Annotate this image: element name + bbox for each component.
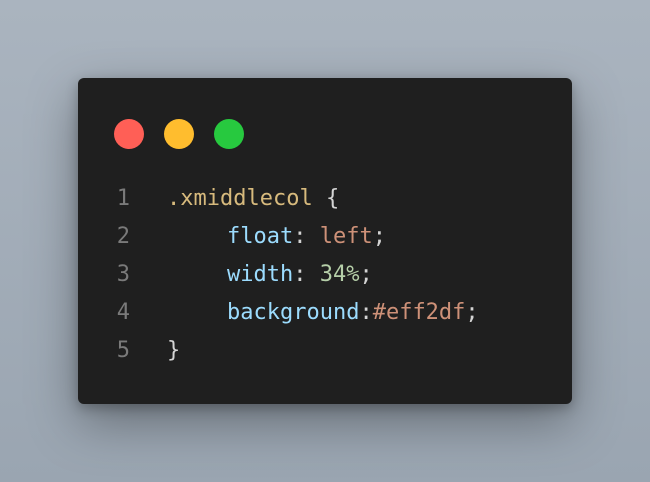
css-property: background <box>227 299 360 325</box>
code-line: 3 width: 34%; <box>78 255 572 293</box>
code-line: 1 .xmiddlecol { <box>78 179 572 217</box>
semicolon: ; <box>372 223 386 249</box>
code-line: 5 } <box>78 331 572 369</box>
open-brace: { <box>312 185 340 211</box>
css-value: 34% <box>319 261 360 287</box>
semicolon: ; <box>465 299 479 325</box>
line-number: 4 <box>116 299 130 325</box>
close-brace: } <box>167 337 181 363</box>
line-number: 5 <box>116 337 130 363</box>
colon: : <box>359 299 373 325</box>
semicolon: ; <box>359 261 373 287</box>
colon: : <box>293 223 320 249</box>
css-value: left <box>319 223 373 249</box>
window-controls <box>114 119 244 149</box>
colon: : <box>293 261 320 287</box>
close-button[interactable] <box>114 119 144 149</box>
code-line: 4 background:#eff2df; <box>78 293 572 331</box>
css-value: #eff2df <box>372 299 466 325</box>
css-property: width <box>227 261 294 287</box>
code-line: 2 float: left; <box>78 217 572 255</box>
minimize-button[interactable] <box>164 119 194 149</box>
css-selector: .xmiddlecol <box>167 185 313 211</box>
line-number: 3 <box>116 261 130 287</box>
line-number: 2 <box>116 223 130 249</box>
line-number: 1 <box>116 185 130 211</box>
code-block: 1 .xmiddlecol { 2 float: left; 3 width: … <box>78 179 572 369</box>
maximize-button[interactable] <box>214 119 244 149</box>
code-window: 1 .xmiddlecol { 2 float: left; 3 width: … <box>78 78 572 404</box>
css-property: float <box>227 223 294 249</box>
